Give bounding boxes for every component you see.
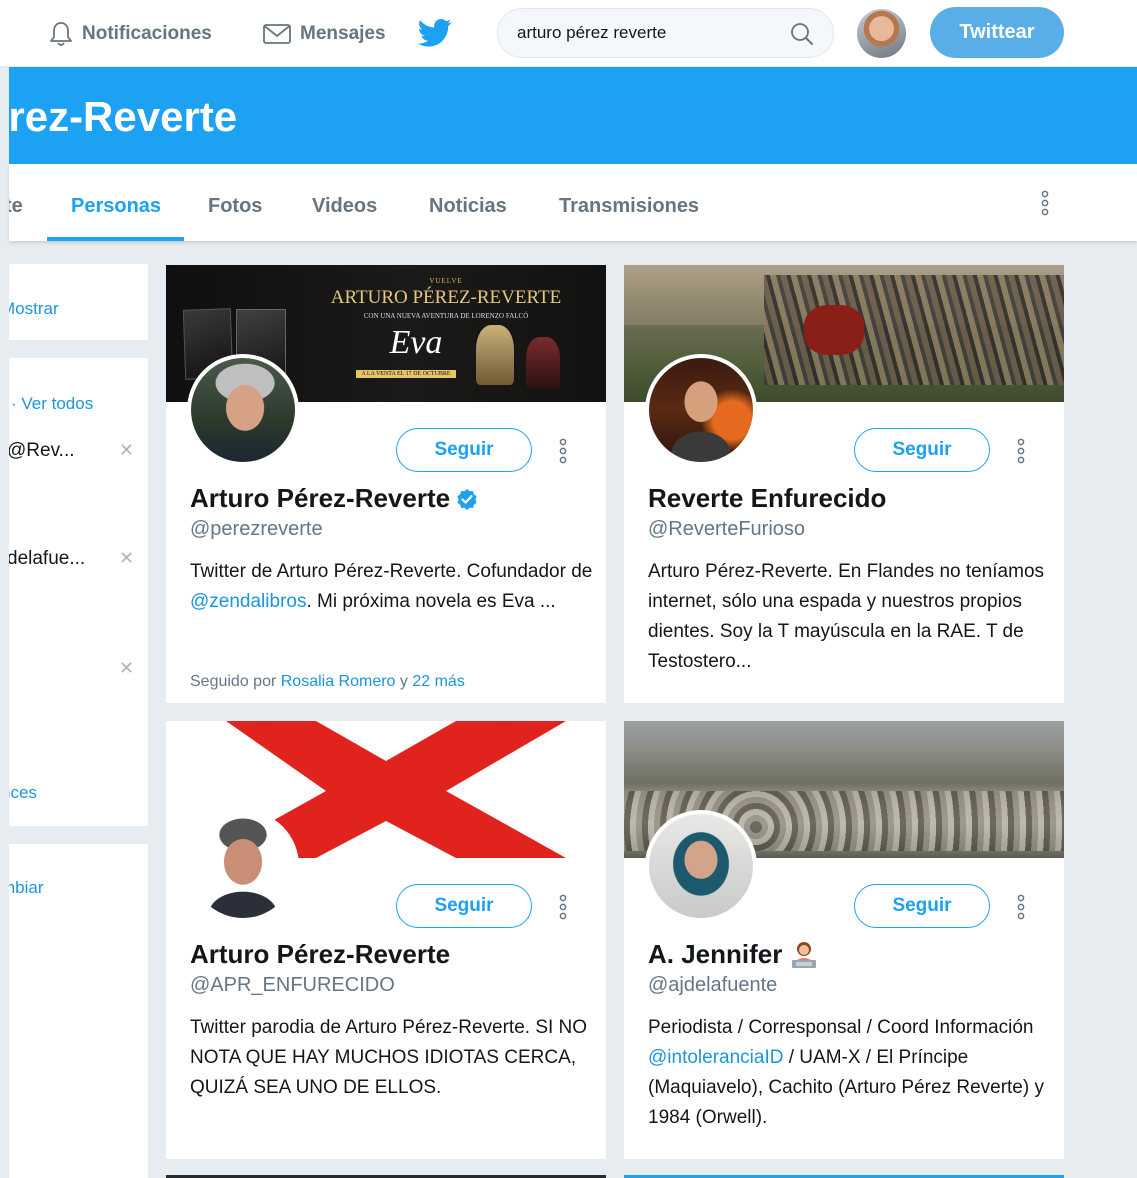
profile-handle[interactable]: @ReverteFurioso: [648, 518, 805, 541]
more-options-icon[interactable]: [1015, 438, 1027, 464]
profile-bio: Arturo Pérez-Reverte. En Flandes no tení…: [648, 561, 1045, 672]
tab-partial[interactable]: te: [9, 195, 23, 218]
profile-avatar[interactable]: [187, 810, 299, 922]
profile-card[interactable]: Seguir Reverte Enfurecido @ReverteFurios…: [624, 265, 1064, 703]
more-options-icon[interactable]: [557, 894, 569, 920]
profile-card[interactable]: Seguir A. Jennifer @ajdelafuente Periodi…: [624, 721, 1064, 1159]
sidebar-card-trends: mbiar: [9, 844, 148, 1178]
top-navigation-bar: Notificaciones Mensajes arturo pérez rev…: [0, 0, 1137, 67]
more-options-icon[interactable]: [1039, 190, 1051, 216]
tab-transmisiones[interactable]: Transmisiones: [559, 195, 699, 218]
follow-button[interactable]: Seguir: [854, 428, 990, 472]
sidebar-partial-link[interactable]: nces: [9, 783, 37, 803]
profile-bio: Periodista / Corresponsal / Coord Inform…: [648, 1013, 1053, 1133]
bell-icon: [50, 22, 72, 46]
tab-videos[interactable]: Videos: [312, 195, 377, 218]
profile-name[interactable]: Reverte Enfurecido: [648, 483, 886, 514]
profile-bio: Twitter de Arturo Pérez-Reverte. Cofunda…: [190, 557, 595, 617]
bio-text: Twitter de Arturo Pérez-Reverte. Cofunda…: [190, 561, 593, 582]
figure-illustration: [526, 337, 560, 389]
cover-title: ARTURO PÉREZ-REVERTE: [330, 287, 562, 308]
nav-notifications[interactable]: Notificaciones: [48, 18, 212, 50]
tweet-button[interactable]: Twittear: [930, 7, 1064, 58]
sidebar-see-all-link[interactable]: · Ver todos: [11, 394, 93, 414]
nav-messages-label: Mensajes: [300, 23, 386, 44]
twitter-bird-icon[interactable]: [417, 18, 452, 53]
sidebar-card-who-to-follow: · Ver todos @Rev... ✕ delafue... ✕ ✕ nce…: [9, 358, 148, 826]
bio-text: . Mi próxima novela es Eva ...: [306, 591, 556, 612]
profile-handle[interactable]: @perezreverte: [190, 518, 323, 541]
close-icon[interactable]: ✕: [119, 658, 134, 679]
profile-card[interactable]: Seguir Arturo Pérez-Reverte @APR_ENFUREC…: [166, 721, 606, 1159]
followed-by-label: Seguido por: [190, 673, 281, 690]
profile-name-row: Arturo Pérez-Reverte: [190, 483, 478, 514]
sidebar-change-link[interactable]: mbiar: [9, 878, 44, 898]
nav-messages[interactable]: Mensajes: [262, 18, 386, 50]
profile-avatar[interactable]: [645, 810, 757, 922]
search-input[interactable]: arturo pérez reverte: [497, 8, 834, 58]
profile-name[interactable]: A. Jennifer: [648, 939, 782, 970]
close-icon[interactable]: ✕: [119, 440, 134, 461]
verified-badge-icon: [457, 488, 477, 510]
woman-technologist-emoji-icon: [792, 941, 817, 968]
sidebar-suggestion-2[interactable]: delafue...: [9, 548, 85, 570]
followed-by-label: y: [395, 673, 413, 690]
tab-noticias[interactable]: Noticias: [429, 195, 507, 218]
bio-mention-link[interactable]: @zendalibros: [190, 591, 306, 612]
profile-bio: Twitter parodia de Arturo Pérez-Reverte.…: [190, 1017, 588, 1098]
search-query: arturo pérez reverte: [517, 23, 667, 42]
active-tab-indicator: [47, 237, 184, 241]
profile-name-row: A. Jennifer: [648, 939, 820, 970]
follow-button[interactable]: Seguir: [396, 884, 532, 928]
profile-name[interactable]: Arturo Pérez-Reverte: [190, 483, 450, 514]
tab-fotos[interactable]: Fotos: [208, 195, 262, 218]
bio-mention-link[interactable]: @intoleranciaID: [648, 1047, 783, 1068]
search-tabs: te Personas Fotos Videos Noticias Transm…: [9, 164, 1137, 241]
followed-by-context: Seguido por Rosalia Romero y 22 más: [190, 673, 465, 691]
profile-name[interactable]: Arturo Pérez-Reverte: [190, 939, 450, 970]
sidebar-card-search-filters: Mostrar: [9, 264, 148, 340]
sidebar-suggestion-1[interactable]: @Rev...: [9, 440, 75, 462]
nav-notifications-label: Notificaciones: [82, 23, 212, 44]
search-header-banner: Pérez-Reverte: [9, 67, 1137, 164]
profile-handle[interactable]: @ajdelafuente: [648, 974, 777, 997]
profile-card[interactable]: VUELVE ARTURO PÉREZ-REVERTE CON UNA NUEV…: [166, 265, 606, 703]
followed-more-link[interactable]: 22 más: [412, 673, 464, 690]
tab-personas[interactable]: Personas: [71, 195, 161, 218]
search-icon[interactable]: [789, 21, 815, 47]
profile-name-row: Arturo Pérez-Reverte: [190, 939, 450, 970]
follow-button[interactable]: Seguir: [854, 884, 990, 928]
profile-avatar[interactable]: [187, 354, 299, 466]
user-avatar[interactable]: [857, 9, 906, 58]
sidebar-show-link[interactable]: Mostrar: [9, 299, 59, 319]
cover-release-date: A LA VENTA EL 17 DE OCTUBRE: [356, 370, 456, 378]
close-icon[interactable]: ✕: [119, 548, 134, 569]
follow-button[interactable]: Seguir: [396, 428, 532, 472]
more-options-icon[interactable]: [557, 438, 569, 464]
followed-by-link[interactable]: Rosalia Romero: [281, 673, 396, 690]
profile-avatar[interactable]: [645, 354, 757, 466]
cover-heading: VUELVE: [429, 277, 463, 285]
profile-name-row: Reverte Enfurecido: [648, 483, 886, 514]
cover-subtitle: CON UNA NUEVA AVENTURA DE LORENZO FALCÓ: [363, 312, 529, 320]
more-options-icon[interactable]: [1015, 894, 1027, 920]
flag-illustration: [804, 305, 864, 355]
profile-handle[interactable]: @APR_ENFURECIDO: [190, 974, 395, 997]
envelope-icon: [263, 24, 291, 44]
figure-illustration: [476, 325, 514, 385]
search-header-title: Pérez-Reverte: [9, 93, 238, 140]
bio-text: Periodista / Corresponsal / Coord Inform…: [648, 1017, 1034, 1038]
